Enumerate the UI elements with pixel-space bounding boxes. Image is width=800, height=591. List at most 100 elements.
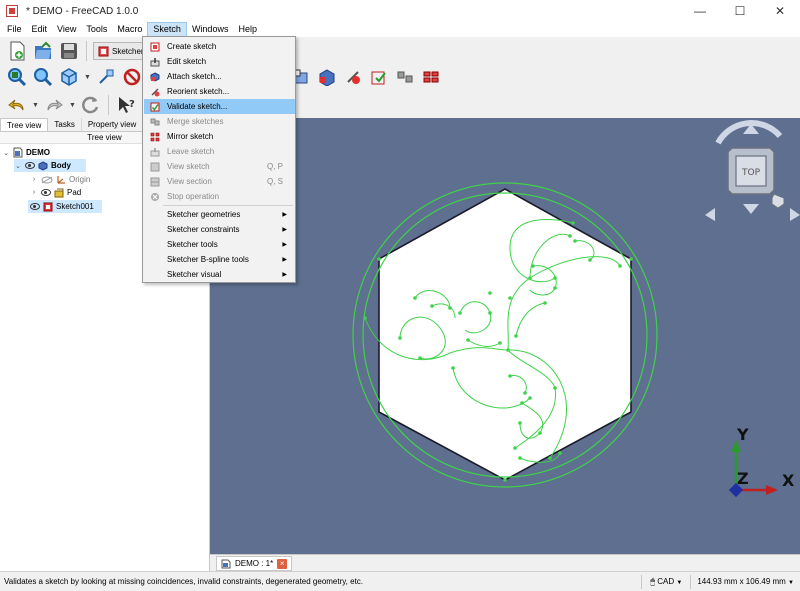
window-title: * DEMO - FreeCAD 1.0.0 [26, 5, 139, 17]
save-icon [61, 43, 77, 59]
menu-item-label: Sketcher geometries [167, 210, 241, 219]
navigation-style-selector[interactable]: 🖱 CAD ▼ [641, 574, 690, 589]
new-document-button[interactable] [6, 40, 28, 62]
navcube-rotate-left-icon[interactable] [705, 208, 715, 221]
redo-icon [47, 99, 63, 111]
view-sketch-icon [150, 162, 160, 171]
body-tool-icon [319, 69, 335, 86]
leave-sketch-icon [150, 147, 160, 156]
measure-button[interactable] [95, 66, 117, 88]
attach-sketch-icon [150, 71, 160, 82]
window-controls: — ☐ ✕ [680, 0, 800, 22]
undo-button[interactable] [6, 94, 28, 116]
menu-item-attach-sketch[interactable]: Attach sketch... [144, 69, 295, 84]
part-design-tool-5[interactable] [394, 66, 416, 88]
submenu-arrow-icon: ▶ [282, 257, 287, 263]
menu-tools[interactable]: Tools [81, 22, 112, 37]
tab-property-view[interactable]: Property view [82, 118, 144, 131]
menu-edit[interactable]: Edit [27, 22, 53, 37]
collapse-chevron-icon[interactable]: ⌄ [2, 149, 10, 157]
minimize-button[interactable]: — [680, 0, 720, 22]
pad-hexagon-face[interactable] [378, 188, 632, 481]
tree-item-demo[interactable]: ⌄ DEMO [2, 146, 50, 159]
submenu-arrow-icon: ▶ [282, 212, 287, 218]
no-action-button[interactable] [121, 66, 143, 88]
menu-item-mirror-sketch[interactable]: Mirror sketch [144, 129, 295, 144]
menu-item-reorient-sketch[interactable]: Reorient sketch... [144, 84, 295, 99]
tab-tasks[interactable]: Tasks [48, 118, 82, 131]
tree-item-label: Sketch001 [56, 202, 94, 211]
close-tab-icon[interactable]: × [277, 558, 288, 569]
part-design-tool-3[interactable] [342, 66, 364, 88]
zoom-fit-selection-icon [34, 68, 53, 87]
menu-item-merge-sketches[interactable]: Merge sketches [144, 114, 295, 129]
tree-item-sketch001[interactable]: Sketch001 [28, 200, 102, 213]
dimension-readout[interactable]: 144.93 mm x 106.49 mm ▼ [690, 574, 800, 589]
whats-this-button[interactable]: ? [115, 94, 137, 116]
collapse-chevron-icon[interactable]: ⌄ [14, 162, 22, 170]
menu-item-validate-sketch[interactable]: Validate sketch... [144, 99, 295, 114]
tree-item-label: Origin [69, 175, 91, 184]
view-isometric-button[interactable] [58, 66, 80, 88]
redo-button[interactable] [43, 94, 65, 116]
menu-windows[interactable]: Windows [187, 22, 234, 37]
menu-item-sketcher-constraints[interactable]: Sketcher constraints ▶ [144, 222, 295, 237]
menu-item-view-section[interactable]: View section Q, S [144, 174, 295, 189]
undo-dropdown-arrow[interactable]: ▼ [32, 102, 39, 109]
menu-sketch[interactable]: Sketch [147, 22, 187, 37]
navcube-mini-cube-icon[interactable] [771, 193, 785, 209]
visibility-eye-icon[interactable] [25, 162, 35, 169]
sketcher-workbench-icon [98, 46, 109, 56]
3d-view[interactable]: TOP Y X Z [210, 118, 800, 554]
document-tab[interactable]: DEMO : 1* × [216, 556, 293, 571]
menu-help[interactable]: Help [233, 22, 262, 37]
fit-selection-button[interactable] [32, 66, 54, 88]
refresh-button[interactable] [80, 94, 102, 116]
open-document-button[interactable] [32, 40, 54, 62]
validate-sketch-icon [150, 102, 160, 111]
hidden-eye-icon[interactable] [41, 176, 53, 184]
part-design-tool-6[interactable] [420, 66, 442, 88]
view-menu-dropdown-arrow[interactable]: ▼ [84, 74, 91, 81]
z-axis-label: Z [737, 469, 749, 488]
navcube-down-arrow-icon[interactable] [743, 204, 759, 214]
menu-item-leave-sketch[interactable]: Leave sketch [144, 144, 295, 159]
menu-macro[interactable]: Macro [112, 22, 147, 37]
sketch-menu-dropdown: Create sketch Edit sketch Attach sketch.… [142, 36, 296, 283]
navcube-rotate-right-icon[interactable] [790, 208, 800, 221]
maximize-button[interactable]: ☐ [720, 0, 760, 22]
tab-tree-view[interactable]: Tree view [0, 118, 49, 131]
visibility-eye-icon[interactable] [41, 189, 51, 196]
menu-item-sketcher-tools[interactable]: Sketcher tools ▶ [144, 237, 295, 252]
sketch-canvas[interactable]: TOP Y X Z [210, 118, 800, 554]
fit-all-button[interactable] [6, 66, 28, 88]
expand-chevron-icon[interactable]: › [30, 176, 38, 183]
tree-item-origin[interactable]: › Origin [30, 173, 91, 186]
menu-item-sketcher-bspline-tools[interactable]: Sketcher B-spline tools ▶ [144, 252, 295, 267]
blank-icon-slot [150, 255, 160, 265]
menu-item-shortcut: Q, P [266, 162, 283, 171]
save-document-button[interactable] [58, 40, 80, 62]
menu-item-sketcher-visual[interactable]: Sketcher visual ▶ [144, 267, 295, 282]
submenu-arrow-icon: ▶ [282, 242, 287, 248]
expand-chevron-icon[interactable]: › [30, 189, 38, 196]
redo-dropdown-arrow[interactable]: ▼ [69, 102, 76, 109]
menu-item-edit-sketch[interactable]: Edit sketch [144, 54, 295, 69]
menu-file[interactable]: File [2, 22, 27, 37]
part-design-tool-4[interactable] [368, 66, 390, 88]
tree-item-body[interactable]: ⌄ Body [14, 159, 86, 172]
visibility-eye-icon[interactable] [30, 203, 40, 210]
navigation-cube[interactable]: TOP [705, 120, 800, 221]
mouse-icon: 🖱 [650, 576, 656, 586]
prohibited-icon [123, 68, 141, 86]
tree-item-label: DEMO [26, 148, 50, 157]
workbench-selector[interactable]: Sketcher [93, 42, 149, 60]
menu-item-create-sketch[interactable]: Create sketch [144, 39, 295, 54]
tree-item-pad[interactable]: › Pad [30, 186, 81, 199]
menu-item-sketcher-geometries[interactable]: Sketcher geometries ▶ [144, 207, 295, 222]
part-design-tool-2[interactable] [316, 66, 338, 88]
menu-item-view-sketch[interactable]: View sketch Q, P [144, 159, 295, 174]
menu-item-stop-operation[interactable]: Stop operation [144, 189, 295, 204]
close-button[interactable]: ✕ [760, 0, 800, 22]
menu-view[interactable]: View [52, 22, 81, 37]
